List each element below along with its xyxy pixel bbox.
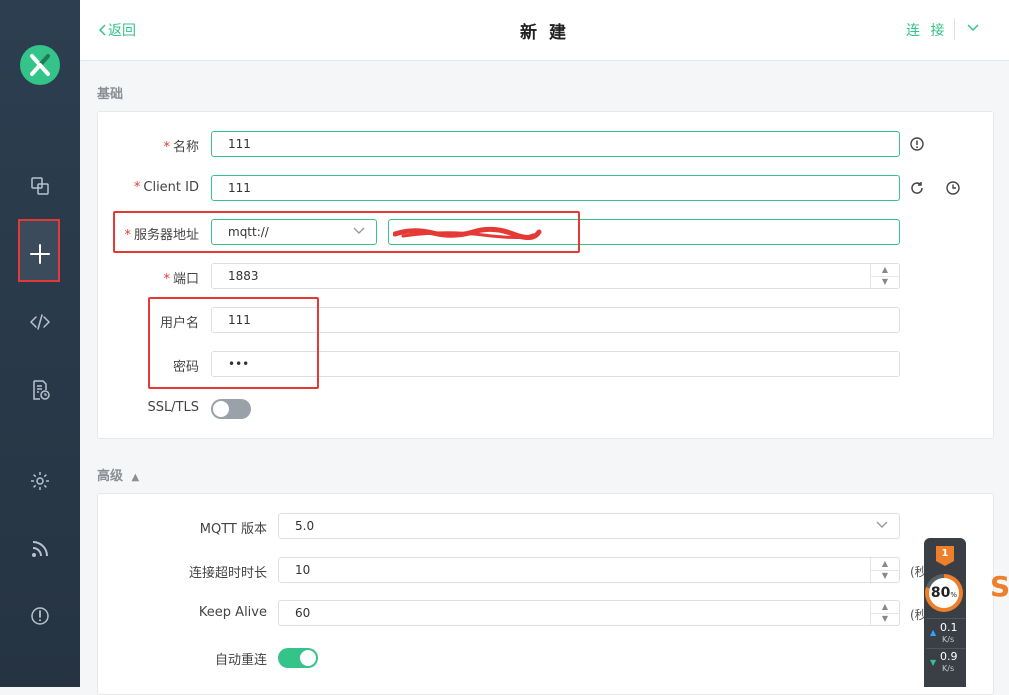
sidebar-item-subscriptions[interactable] bbox=[24, 533, 56, 565]
sidebar-item-script[interactable] bbox=[24, 306, 56, 338]
logo-mark-icon bbox=[30, 54, 50, 76]
connections-icon bbox=[31, 177, 49, 195]
name-label: * 名称 bbox=[163, 140, 199, 155]
increment-icon[interactable]: ▲ bbox=[871, 601, 899, 614]
plus-icon bbox=[30, 244, 50, 264]
sidebar-item-log[interactable] bbox=[24, 374, 56, 406]
exclamation-circle-icon bbox=[910, 137, 924, 151]
clock-icon bbox=[946, 181, 960, 195]
refresh-client-id-button[interactable] bbox=[909, 180, 925, 196]
ssl-toggle-knob bbox=[213, 401, 229, 417]
mqttx-logo[interactable] bbox=[20, 45, 60, 85]
chevron-down-icon bbox=[967, 24, 979, 32]
advanced-section-title[interactable]: 高级 ▲ bbox=[97, 465, 139, 484]
connect-dropdown-button[interactable] bbox=[966, 22, 980, 37]
port-input[interactable]: 1883 ▲ ▼ bbox=[211, 263, 900, 289]
mqtt-version-select[interactable]: 5.0 bbox=[278, 513, 900, 539]
ssl-label: SSL/TLS bbox=[147, 400, 199, 415]
code-icon bbox=[29, 314, 51, 330]
download-speed: 0.9 bbox=[940, 650, 958, 663]
sidebar-item-connections[interactable] bbox=[24, 170, 56, 202]
monitor-usage-ring: 80% bbox=[925, 574, 963, 612]
client-id-label: * Client ID bbox=[133, 180, 199, 195]
auto-reconnect-toggle[interactable] bbox=[278, 648, 318, 668]
client-id-input[interactable]: 111 bbox=[211, 175, 900, 201]
upload-arrow-icon: ▲ bbox=[930, 628, 937, 637]
monitor-percent: 80 bbox=[930, 585, 951, 601]
name-info-button[interactable] bbox=[909, 136, 925, 152]
sidebar-item-about[interactable] bbox=[24, 600, 56, 632]
connect-timeout-input[interactable]: 10 ▲ ▼ bbox=[278, 557, 900, 583]
decrement-icon[interactable]: ▼ bbox=[871, 614, 899, 626]
rss-icon bbox=[32, 541, 48, 557]
sidebar bbox=[0, 0, 80, 687]
client-id-time-button[interactable] bbox=[945, 180, 961, 196]
keep-alive-input[interactable]: 60 ▲ ▼ bbox=[278, 600, 900, 626]
annotation-box-credentials bbox=[148, 297, 319, 389]
network-monitor-widget[interactable]: 1 80% ▲ 0.1 K/s ▼ 0.9 K/s bbox=[924, 538, 966, 687]
auto-reconnect-toggle-knob bbox=[300, 650, 316, 666]
basic-section-title: 基础 bbox=[97, 87, 124, 102]
header-divider bbox=[954, 18, 955, 40]
sogou-ime-icon[interactable]: S bbox=[990, 572, 1009, 602]
increment-icon[interactable]: ▲ bbox=[871, 264, 899, 277]
port-stepper[interactable]: ▲ ▼ bbox=[870, 264, 899, 288]
decrement-icon[interactable]: ▼ bbox=[871, 571, 899, 583]
decrement-icon[interactable]: ▼ bbox=[871, 277, 899, 289]
connect-button[interactable]: 连 接 bbox=[906, 20, 947, 40]
upload-unit: K/s bbox=[942, 635, 955, 644]
info-circle-icon bbox=[31, 607, 49, 625]
download-arrow-icon: ▼ bbox=[930, 658, 937, 667]
upload-speed: 0.1 bbox=[940, 621, 958, 634]
refresh-icon bbox=[911, 182, 923, 194]
keep-alive-stepper[interactable]: ▲ ▼ bbox=[870, 601, 899, 625]
sidebar-item-new-connection[interactable] bbox=[24, 238, 56, 270]
keep-alive-label: Keep Alive bbox=[198, 605, 267, 620]
page-title: 新 建 bbox=[520, 23, 569, 43]
monitor-badge: 1 bbox=[936, 546, 954, 566]
mqtt-version-label: MQTT 版本 bbox=[199, 522, 267, 537]
caret-up-icon: ▲ bbox=[131, 472, 140, 483]
name-input[interactable]: 111 bbox=[211, 131, 900, 157]
top-header: 返回 新 建 连 接 bbox=[80, 0, 1009, 61]
annotation-box-server bbox=[113, 211, 580, 253]
port-label: * 端口 bbox=[163, 272, 199, 287]
connect-timeout-label: 连接超时时长 bbox=[188, 566, 267, 581]
sidebar-item-settings[interactable] bbox=[24, 465, 56, 497]
ssl-toggle[interactable] bbox=[211, 399, 251, 419]
log-icon bbox=[33, 380, 50, 400]
timeout-stepper[interactable]: ▲ ▼ bbox=[870, 558, 899, 582]
auto-reconnect-label: 自动重连 bbox=[214, 653, 267, 668]
chevron-down-icon bbox=[876, 521, 888, 528]
increment-icon[interactable]: ▲ bbox=[871, 558, 899, 571]
download-unit: K/s bbox=[942, 664, 955, 673]
gear-icon bbox=[31, 472, 49, 490]
